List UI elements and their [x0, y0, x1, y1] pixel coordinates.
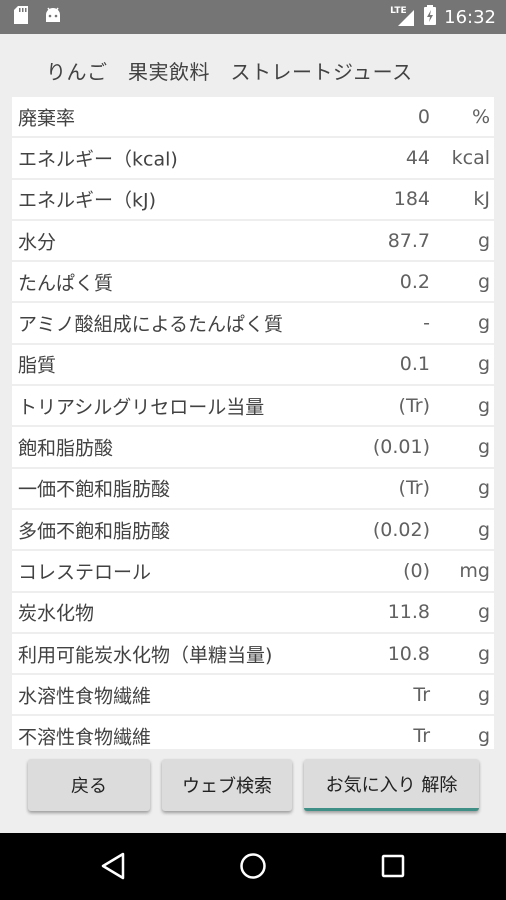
- back-nav-icon[interactable]: [100, 852, 126, 884]
- nutrient-value: Tr: [413, 725, 430, 748]
- nutrient-name: トリアシルグリセロール当量: [18, 396, 265, 419]
- back-button[interactable]: 戻る: [28, 759, 150, 811]
- nutrient-value: 184: [393, 188, 430, 211]
- table-row[interactable]: 脂質 0.1 g: [12, 344, 494, 385]
- nutrient-name: 多価不飽和脂肪酸: [18, 520, 171, 543]
- nutrient-name: たんぱく質: [18, 272, 114, 295]
- page-title: りんご 果実飲料 ストレートジュース: [46, 60, 413, 84]
- nutrient-value: Tr: [413, 683, 430, 706]
- table-row[interactable]: エネルギー（kJ) 184 kJ: [12, 179, 494, 219]
- signal-icon: LTE: [390, 6, 416, 27]
- table-row[interactable]: 飽和脂肪酸 (0.01) g: [12, 427, 494, 467]
- nutrient-table[interactable]: 廃棄率 0% エネルギー（kcal) 44 kcal エネルギー（kJ) 184 kJ 水分 87…: [12, 97, 494, 749]
- nutrient-name: 水溶性食物繊維: [18, 685, 152, 708]
- nutrient-name: 飽和脂肪酸: [18, 437, 114, 460]
- nutrient-unit: g: [477, 518, 490, 541]
- nutrient-unit: g: [477, 353, 490, 376]
- nutrient-value: 44: [405, 146, 430, 169]
- nutrient-name: 一価不飽和脂肪酸: [18, 478, 171, 501]
- nutrient-name: 不溶性食物繊維: [18, 726, 152, 749]
- nutrient-unit: g: [477, 394, 490, 417]
- nutrient-name: 水分: [18, 231, 57, 254]
- nutrient-unit: g: [477, 642, 490, 665]
- table-row[interactable]: トリアシルグリセロール当量 (Tr) g: [12, 386, 494, 426]
- nutrient-value: 0.2: [399, 270, 430, 293]
- table-row[interactable]: アミノ酸組成によるたんぱく質 - g: [12, 303, 494, 343]
- nutrient-value: 11.8: [387, 601, 430, 624]
- nutrient-name: エネルギー（kJ): [18, 189, 157, 212]
- nutrient-value: (Tr): [398, 477, 430, 500]
- recents-nav-icon[interactable]: [381, 854, 405, 882]
- sd-card-icon: [14, 6, 28, 28]
- nutrient-unit: g: [477, 477, 490, 500]
- nutrient-name: 炭水化物: [18, 602, 95, 625]
- nutrient-value: -: [423, 312, 430, 335]
- nutrient-unit: g: [477, 270, 490, 293]
- nutrient-value: 10.8: [387, 642, 430, 665]
- table-row[interactable]: 炭水化物 11.8 g: [12, 592, 494, 632]
- nutrient-value: 87.7: [387, 229, 430, 252]
- nutrient-value: 0.1: [399, 353, 430, 376]
- nutrient-value: (0): [403, 559, 430, 582]
- nutrient-unit: kcal: [451, 146, 490, 169]
- nutrient-name: エネルギー（kcal): [18, 148, 178, 171]
- table-row[interactable]: たんぱく質 0.2 g: [12, 262, 494, 302]
- status-bar: LTE 16:32: [0, 0, 506, 34]
- battery-charging-icon: [424, 5, 437, 29]
- nutrient-unit: g: [477, 436, 490, 459]
- table-row[interactable]: コレステロール (0) mg: [12, 551, 494, 591]
- nutrient-name: アミノ酸組成によるたんぱく質: [18, 313, 284, 336]
- web-search-button[interactable]: ウェブ検索: [162, 759, 292, 811]
- table-row[interactable]: 不溶性食物繊維 Tr g: [12, 716, 494, 749]
- table-row[interactable]: エネルギー（kcal) 44 kcal: [12, 138, 494, 178]
- nutrient-unit: g: [477, 601, 490, 624]
- nutrient-name: 利用可能炭水化物（単糖当量): [18, 644, 273, 666]
- button-bar: 戻る ウェブ検索 お気に入り 解除: [0, 759, 506, 815]
- nutrient-name: コレステロール: [18, 561, 152, 584]
- nutrient-name: 廃棄率: [18, 107, 76, 130]
- clock: 16:32: [444, 6, 496, 28]
- nutrient-value: (0.01): [372, 436, 430, 459]
- table-row[interactable]: 利用可能炭水化物（単糖当量) 10.8 g: [12, 633, 494, 674]
- android-icon: [44, 6, 62, 28]
- nutrient-value: 0: [417, 105, 430, 128]
- nutrient-name: 脂質: [18, 354, 57, 377]
- nutrient-unit: g: [477, 683, 490, 706]
- navigation-bar: [0, 833, 506, 900]
- nutrient-unit: g: [477, 229, 490, 252]
- nutrient-value: (0.02): [372, 518, 430, 541]
- table-row[interactable]: 水溶性食物繊維 Tr g: [12, 675, 494, 715]
- table-row[interactable]: 多価不飽和脂肪酸 (0.02) g: [12, 509, 494, 550]
- nutrient-unit: g: [477, 725, 490, 748]
- unfavorite-button[interactable]: お気に入り 解除: [304, 759, 479, 811]
- nutrient-unit: kJ: [473, 188, 490, 211]
- home-nav-icon[interactable]: [239, 852, 267, 884]
- table-row[interactable]: 水分 87.7 g: [12, 220, 494, 261]
- nutrient-unit: g: [477, 312, 490, 335]
- nutrient-unit: mg: [459, 559, 490, 582]
- table-row[interactable]: 廃棄率 0%: [12, 97, 494, 137]
- nutrient-value: (Tr): [398, 394, 430, 417]
- nutrient-unit: %: [471, 105, 490, 128]
- table-row[interactable]: 一価不飽和脂肪酸 (Tr) g: [12, 468, 494, 508]
